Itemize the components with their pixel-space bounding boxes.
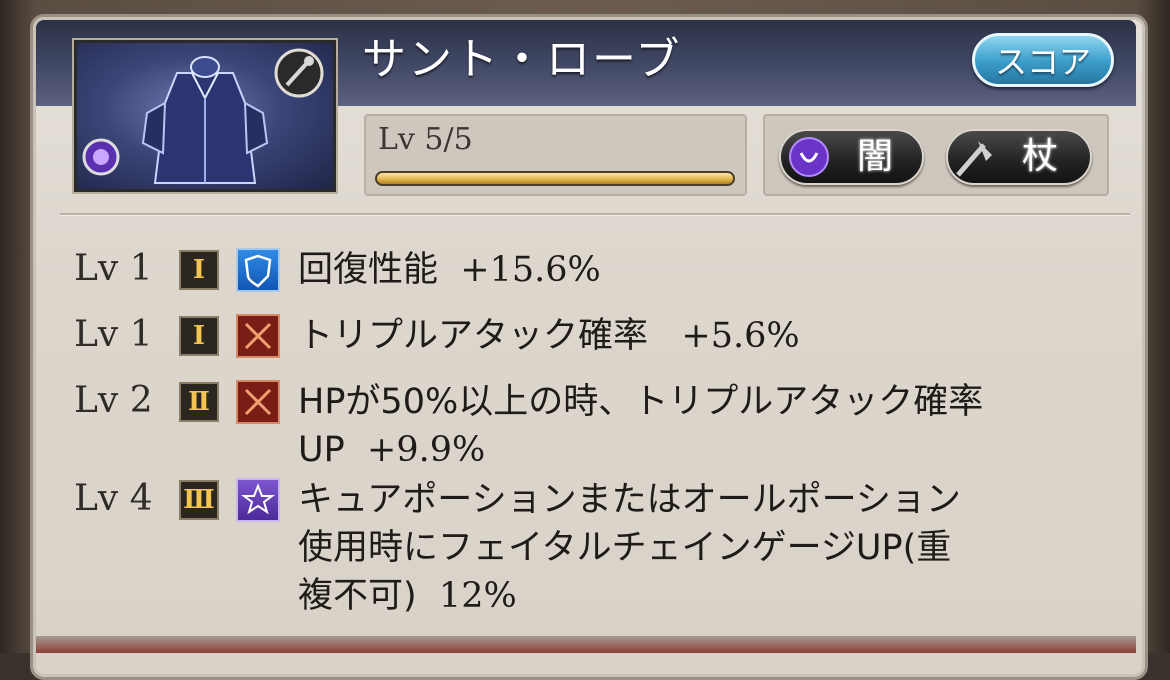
skill-description: キュアポーションまたはオールポーション 使用時にフェイタルチェインゲージUP(重… (298, 476, 961, 620)
skill-level: Lv 4 (74, 478, 153, 519)
level-progress-bar (375, 171, 735, 186)
rank-badge: Ⅱ (179, 382, 219, 422)
skill-name: トリプルアタック確率 (298, 316, 649, 356)
dark-element-icon (82, 138, 120, 176)
skill-description: トリプルアタック確率 +5.6% (298, 312, 800, 360)
skill-level: Lv 2 (74, 380, 153, 421)
skill-text-line: 使用時にフェイタルチェインゲージUP(重 (298, 528, 952, 568)
level-text: Lv 5/5 (378, 122, 473, 157)
skill-description: HPが50%以上の時、トリプルアタック確率 UP +9.9% (298, 378, 983, 474)
rank-numeral: Ⅰ (192, 321, 206, 351)
skill-level: Lv 1 (74, 314, 153, 355)
rank-numeral: Ⅰ (192, 255, 206, 285)
item-portrait[interactable] (74, 40, 336, 192)
skill-text-line: HPが50%以上の時、トリプルアタック確率 (298, 382, 984, 422)
crossed-swords-icon (236, 380, 280, 424)
item-name: サント・ローブ (362, 34, 682, 85)
skill-description: 回復性能 +15.6% (298, 246, 601, 294)
star-icon (236, 478, 280, 522)
skill-text-line: 複不可) (298, 576, 417, 616)
dark-element-icon (789, 137, 829, 177)
rank-badge: Ⅰ (179, 316, 219, 356)
shield-icon (236, 248, 280, 292)
weapon-badge: 杖 (946, 129, 1092, 185)
skill-value: +15.6% (460, 250, 601, 290)
score-button[interactable]: スコア (972, 33, 1114, 87)
rank-numeral: Ⅱ (188, 387, 210, 417)
divider (60, 213, 1130, 215)
skill-value: 12% (438, 576, 517, 616)
rank-badge: Ⅰ (179, 250, 219, 290)
staff-icon (274, 48, 324, 98)
rank-numeral: Ⅲ (183, 485, 215, 515)
rank-badge: Ⅲ (179, 480, 219, 520)
skill-text-line: UP (298, 430, 345, 470)
skill-name: 回復性能 (298, 250, 439, 290)
skill-level: Lv 1 (74, 248, 153, 289)
staff-icon (956, 141, 992, 177)
skill-value: +9.9% (367, 430, 486, 470)
element-label: 闇 (857, 136, 894, 177)
skill-text-line: キュアポーションまたはオールポーション (298, 480, 961, 520)
element-badge: 闇 (779, 129, 924, 185)
skill-value: +5.6% (681, 316, 800, 356)
bottom-strip (36, 636, 1136, 653)
crossed-swords-icon (236, 314, 280, 358)
weapon-label: 杖 (1022, 136, 1059, 177)
